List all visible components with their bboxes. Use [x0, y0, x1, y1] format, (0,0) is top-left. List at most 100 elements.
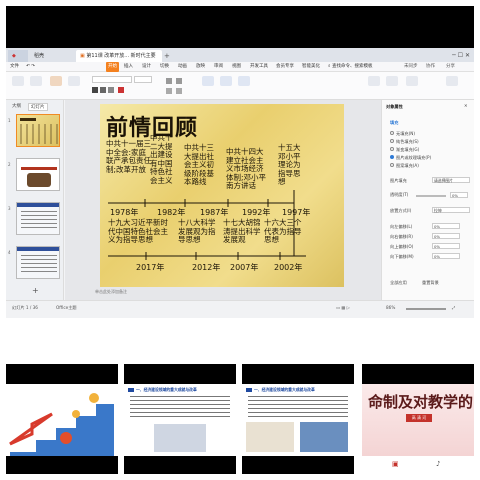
show-taskpane-button[interactable] — [446, 76, 458, 86]
radio-gradient-fill[interactable] — [390, 147, 394, 151]
reset-background-button[interactable]: 重置背景 — [422, 280, 439, 286]
menu-insert[interactable]: 插入 — [124, 62, 133, 72]
event-1997: 十五大邓小平理论为指导思想 — [278, 143, 301, 187]
slide-thumbnail-2[interactable] — [16, 158, 60, 191]
shape-button[interactable] — [220, 76, 232, 86]
transparency-label: 透明度(T) — [390, 192, 409, 197]
add-tab-button[interactable]: + — [164, 50, 170, 62]
share-button[interactable]: 分享 — [446, 62, 455, 72]
panel-close-icon[interactable]: ✕ — [464, 103, 468, 108]
event-2012: 十八大科学发展观为指导思想 — [178, 218, 216, 245]
status-bar: 幻灯片 1 / 36 Office主题 ▭ ▦ ▷ 86% ⤢ — [6, 300, 474, 318]
italic-icon[interactable] — [100, 87, 106, 93]
transparency-input[interactable]: 0% — [450, 192, 468, 198]
menu-file[interactable]: 文件 — [10, 62, 19, 72]
radio-solid-fill[interactable] — [390, 139, 394, 143]
add-slide-button[interactable]: + — [32, 286, 39, 295]
menu-developer[interactable]: 开发工具 — [250, 62, 268, 72]
tile-select[interactable]: 拉伸 — [432, 207, 470, 213]
offset-up-input[interactable]: 0% — [432, 243, 460, 249]
menu-animation[interactable]: 动画 — [178, 62, 187, 72]
numbering-icon[interactable] — [176, 78, 182, 84]
video-icon[interactable]: ▣ — [392, 460, 399, 468]
format-painter-button[interactable] — [30, 76, 42, 86]
offset-right-input[interactable]: 0% — [432, 233, 460, 239]
card-image — [154, 424, 206, 452]
menu-slideshow[interactable]: 放映 — [196, 62, 205, 72]
collaborate-button[interactable]: 协作 — [426, 62, 435, 72]
zoom-level[interactable]: 86% — [386, 305, 395, 310]
tab-outline[interactable]: 大纲 — [10, 103, 23, 109]
align-left-icon[interactable] — [166, 88, 172, 94]
font-color-icon[interactable] — [118, 87, 124, 93]
transparency-slider[interactable] — [416, 195, 446, 197]
radio-picture-fill[interactable] — [390, 155, 394, 159]
menu-design[interactable]: 设计 — [142, 62, 151, 72]
video-thumbnail-3[interactable]: 一、经济建设领域的重大成就与改革 — [242, 364, 354, 474]
window-controls[interactable]: ─ ☐ ✕ — [452, 50, 470, 62]
sync-status[interactable]: 未同步 — [404, 62, 418, 72]
card-bottom-bar — [6, 456, 118, 474]
slide-thumbnail-3[interactable] — [16, 202, 60, 235]
underline-icon[interactable] — [108, 87, 114, 93]
select-button[interactable] — [406, 76, 418, 86]
thumb-text — [21, 255, 57, 273]
menu-beautify[interactable]: 智能美化 — [302, 62, 320, 72]
ppt-file-icon: ▣ — [80, 53, 85, 59]
text-box-button[interactable] — [202, 76, 214, 86]
image-fill-select[interactable]: 请选择图片 — [432, 177, 470, 183]
radio-no-fill[interactable] — [390, 131, 394, 135]
tab-docer[interactable]: 稻壳 — [30, 50, 52, 62]
year-1982: 1982年 — [157, 208, 186, 217]
mic-icon[interactable]: ♪ — [436, 460, 440, 468]
notes-placeholder[interactable]: 单击此处添加备注 — [65, 287, 381, 297]
bullets-icon[interactable] — [166, 78, 172, 84]
search-command[interactable]: ⌕ 查找命令、搜索模板 — [328, 62, 372, 72]
menu-home[interactable]: 开始 — [106, 62, 119, 72]
menu-transition[interactable]: 切换 — [160, 62, 169, 72]
layout-button[interactable] — [68, 76, 80, 86]
arrange-button[interactable] — [238, 76, 250, 86]
year-2012: 2012年 — [192, 263, 221, 272]
offset-down-input[interactable]: 0% — [432, 253, 460, 259]
tab-home[interactable]: ◆ — [8, 50, 28, 62]
fill-section-title[interactable]: 填充 — [390, 120, 398, 126]
slide-canvas-area: 前情回顾 中共十一届三中全会:家庭联产承包责任制;改革开放 中共十二大提出建设有… — [65, 100, 381, 300]
paste-button[interactable] — [12, 76, 24, 86]
zoom-slider[interactable] — [406, 308, 446, 310]
menu-undo-icons[interactable]: ↶ ↷ — [26, 62, 35, 72]
event-1992: 中共十四大建立社会主义市场经济体制;邓小平南方讲话 — [226, 147, 267, 191]
object-properties-panel: 对象属性 ✕ 填充 无填充(N) 纯色填充(S) 渐变填充(G) 图片或纹理填充… — [381, 100, 474, 300]
video-thumbnail-1[interactable] — [6, 364, 118, 474]
slide-current[interactable]: 前情回顾 中共十一届三中全会:家庭联产承包责任制;改革开放 中共十二大提出建设有… — [100, 104, 344, 287]
fill-option-label: 图案填充(A) — [396, 163, 419, 168]
font-size-select[interactable] — [134, 76, 152, 83]
offset-left-input[interactable]: 0% — [432, 223, 460, 229]
card-title: 一、经济建设领域的重大成就与改革 — [136, 387, 197, 392]
fit-window-button[interactable]: ⤢ — [452, 305, 455, 310]
new-slide-button[interactable] — [50, 76, 62, 86]
align-center-icon[interactable] — [176, 88, 182, 94]
menu-member[interactable]: 会员专享 — [276, 62, 294, 72]
bold-icon[interactable] — [92, 87, 98, 93]
tab-slides[interactable]: 幻灯片 — [28, 103, 48, 111]
menu-view[interactable]: 视图 — [232, 62, 241, 72]
card-bottom-bar — [242, 456, 354, 474]
video-thumbnail-2[interactable]: 一、经济建设领域的重大成就与改革 — [124, 364, 236, 474]
fill-option-label: 图片或纹理填充(P) — [396, 155, 432, 160]
font-family-select[interactable] — [92, 76, 132, 83]
offset-right-label: 向右偏移(R) — [390, 234, 413, 239]
apply-all-button[interactable]: 全部应用 — [390, 280, 407, 286]
thumb-text — [21, 211, 57, 229]
slide-thumbnail-panel: 大纲 幻灯片 1 2 3 4 + — [6, 100, 64, 300]
find-button[interactable] — [368, 76, 380, 86]
view-buttons[interactable]: ▭ ▦ ▷ — [336, 305, 350, 310]
video-thumbnail-4[interactable]: 命制及对教学的 高 清 河 ▣ ♪ — [362, 364, 474, 474]
replace-button[interactable] — [386, 76, 398, 86]
tab-current-file[interactable]: ▣ 第11课 改革开放... 新时代主要任务 — [76, 50, 162, 71]
wps-presentation-window: ◆ 稻壳 ▣ 第11课 改革开放... 新时代主要任务 + ─ ☐ ✕ 文件 ↶… — [6, 48, 474, 318]
radio-pattern-fill[interactable] — [390, 163, 394, 167]
menu-review[interactable]: 审阅 — [214, 62, 223, 72]
slide-thumbnail-1[interactable] — [16, 114, 60, 147]
slide-thumbnail-4[interactable] — [16, 246, 60, 279]
